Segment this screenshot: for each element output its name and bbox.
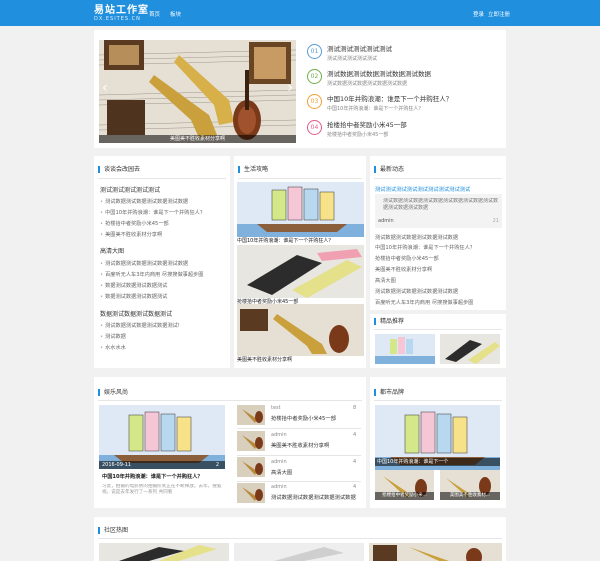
list-item[interactable]: 水水水水: [100, 344, 228, 351]
community-image[interactable]: [369, 543, 502, 561]
article-thumb[interactable]: [237, 405, 265, 425]
image-caption[interactable]: 中国10年并购浪潮：谁是下一个并购狂人？: [237, 237, 364, 244]
top-header: 易站工作室 DX.ESITES.CN 首页 板块 登录 立即注册: [0, 0, 600, 26]
image-caption[interactable]: 中国10年并购浪潮：谁是下一个: [375, 458, 500, 466]
hero-carousel[interactable]: ‹ › 美图美不胜收素材分享啊: [99, 40, 296, 143]
list-item[interactable]: 美图美不胜收素材分享啊: [375, 266, 502, 273]
list-item[interactable]: 抢楼拾中者奖励小米45一部: [100, 220, 228, 227]
column-left: 谈谈会改园去 测试测试测试测试测试 测试数据测试数据测试数据测试数据 中国10年…: [94, 156, 230, 368]
section-title: 精品推荐: [374, 318, 404, 325]
ship-illustration[interactable]: [237, 182, 364, 237]
image-caption[interactable]: 美图美不胜收素材...: [440, 492, 500, 500]
top-item-sub: 测试数据测试数据测试数据测试数据: [327, 81, 408, 87]
section-title: 娱乐风尚: [98, 389, 128, 396]
community-image[interactable]: [99, 543, 229, 561]
row-author: test: [271, 405, 281, 411]
row-author: admin: [271, 459, 287, 465]
list-item[interactable]: 高清大图: [375, 277, 502, 284]
rank-badge: 04: [307, 120, 322, 135]
list-item[interactable]: 数据测试数据测试数据测试: [100, 293, 228, 300]
headline-desc: 习此，拍摄的电影依的拍摄阶式正在不断释放。去年，搜狐视，说是去年发行了一系列 共…: [102, 484, 222, 495]
image-caption[interactable]: 美图美不胜收素材分享啊: [237, 356, 364, 363]
list-item[interactable]: 测试数据测试数据测试数据测试数据: [100, 260, 228, 267]
top-item-title[interactable]: 中国10年并购浪潮：谁是下一个并购狂人？: [327, 93, 452, 103]
nav-home-link[interactable]: 首页: [149, 10, 160, 18]
carousel-next-button[interactable]: ›: [287, 80, 293, 96]
brand-panel: 都市品牌 中国10年并购浪潮：谁是下一个 抢楼拾中者奖励小米... 美图美不胜收…: [370, 377, 506, 508]
group-heading[interactable]: 数据测试数据测试数据测试: [100, 309, 172, 318]
list-item[interactable]: 测试数据: [100, 333, 228, 340]
list-item[interactable]: 美图美不胜收素材分享啊: [100, 231, 228, 238]
list-item[interactable]: 测试数据测试数据测试数据测试数据: [375, 288, 502, 295]
rank-badge: 03: [307, 94, 322, 109]
quote-box: 测试数据测试数据测试数据测试数据测试数据测试数据测试数据测试数据 admin 2…: [375, 194, 502, 228]
section-title: 最新动态: [374, 166, 404, 173]
music-instruments-image: [99, 40, 296, 143]
top-item-sub: 中国10年并购浪潮：谁是下一个并购狂人？: [327, 106, 424, 112]
author-name[interactable]: admin: [378, 218, 394, 224]
entertainment-panel: 娱乐风尚 2016-09-11 2 中国10年并购浪潮：谁是下一个并购狂人？ 习…: [94, 377, 366, 508]
rank-badge: 01: [307, 44, 322, 59]
group-heading[interactable]: 测试测试测试测试测试: [100, 185, 160, 194]
top-item-sub: 抢楼拾中者奖励小米45一部: [327, 132, 389, 138]
recommend-panel: 精品推荐: [370, 310, 506, 368]
top-item-sub: 测试测试测试测试测试: [327, 56, 378, 62]
row-author: admin: [271, 484, 287, 490]
section-title: 谈谈会改园去: [98, 166, 140, 173]
top-item-title[interactable]: 抢楼拾中者奖励小米45一部: [327, 119, 407, 129]
recommend-thumb[interactable]: [375, 334, 435, 364]
list-item[interactable]: 数据测试数据测试数据测试: [100, 282, 228, 289]
hero-panel: ‹ › 美图美不胜收素材分享啊 01 测试测试测试测试测试 测试测试测试测试测试…: [94, 30, 506, 148]
list-item[interactable]: 百度听无人车3年内商用 尽搜搜做事超步图: [375, 299, 502, 306]
ship-illustration[interactable]: [99, 405, 225, 469]
row-count: 4: [353, 432, 357, 438]
section-title: 都市品牌: [374, 389, 404, 396]
carousel-prev-button[interactable]: ‹: [102, 80, 108, 96]
article-thumb[interactable]: [237, 431, 265, 451]
article-thumb[interactable]: [237, 457, 265, 477]
list-item[interactable]: 中国10年并购浪潮：谁是下一个并购狂人？: [100, 209, 228, 216]
top-item-title[interactable]: 测试数据测试数据测试数据测试数据: [327, 68, 431, 78]
login-link[interactable]: 登录: [473, 10, 484, 18]
row-count: 8: [353, 405, 357, 411]
community-panel: 社区热图: [94, 517, 506, 561]
row-title[interactable]: 测试数据测试数据测试数据测试数据: [271, 493, 361, 501]
list-item[interactable]: 测试数据测试数据测试数据测试数据: [100, 198, 228, 205]
carousel-caption: 美图美不胜收素材分享啊: [99, 135, 296, 143]
phone-image[interactable]: [237, 245, 364, 298]
latest-link[interactable]: 测试测试测试测试测试测试测试测试测试: [375, 185, 502, 193]
nav-forum-link[interactable]: 板块: [170, 10, 181, 18]
headline-link[interactable]: 中国10年并购浪潮：谁是下一个并购狂人？: [102, 473, 225, 480]
list-item[interactable]: 百度听无人车3年内商用 尽搜搜做事超步图: [100, 271, 228, 278]
row-count: 4: [353, 459, 357, 465]
list-item[interactable]: 抢楼拾中者奖励小米45一部: [375, 255, 502, 262]
comment-count: 21: [492, 218, 499, 224]
site-logo[interactable]: 易站工作室 DX.ESITES.CN: [94, 5, 149, 22]
list-item[interactable]: 测试数据测试数据测试数据测试数据: [375, 234, 502, 241]
top-item-title[interactable]: 测试测试测试测试测试: [327, 43, 392, 53]
row-count: 4: [353, 484, 357, 490]
list-item[interactable]: 中国10年并购浪潮：谁是下一个并购狂人？: [375, 244, 502, 251]
column-middle: 生活攻略 中国10年并购浪潮：谁是下一个并购狂人？ 抢楼拾中者奖励小米45一部 …: [234, 156, 366, 368]
register-link[interactable]: 立即注册: [488, 10, 510, 18]
community-image[interactable]: [234, 543, 364, 561]
section-title: 社区热图: [98, 527, 128, 534]
row-title[interactable]: 美图美不胜收素材分享啊: [271, 441, 329, 449]
article-thumb[interactable]: [237, 483, 265, 503]
row-title[interactable]: 高清大图: [271, 468, 292, 476]
comment-count: 2: [215, 462, 219, 468]
row-title[interactable]: 抢楼拾中者奖励小米45一部: [271, 414, 336, 422]
list-item[interactable]: 测试数据测试数据测试数据测试!: [100, 322, 228, 329]
rank-badge: 02: [307, 69, 322, 84]
recommend-thumb[interactable]: [440, 334, 500, 364]
row-author: admin: [271, 432, 287, 438]
date-caption: 2016-09-11 2: [99, 461, 225, 469]
music-image[interactable]: [237, 304, 364, 356]
section-title: 生活攻略: [238, 166, 268, 173]
image-caption[interactable]: 抢楼拾中者奖励小米...: [375, 492, 434, 500]
group-heading[interactable]: 高清大图: [100, 246, 124, 255]
